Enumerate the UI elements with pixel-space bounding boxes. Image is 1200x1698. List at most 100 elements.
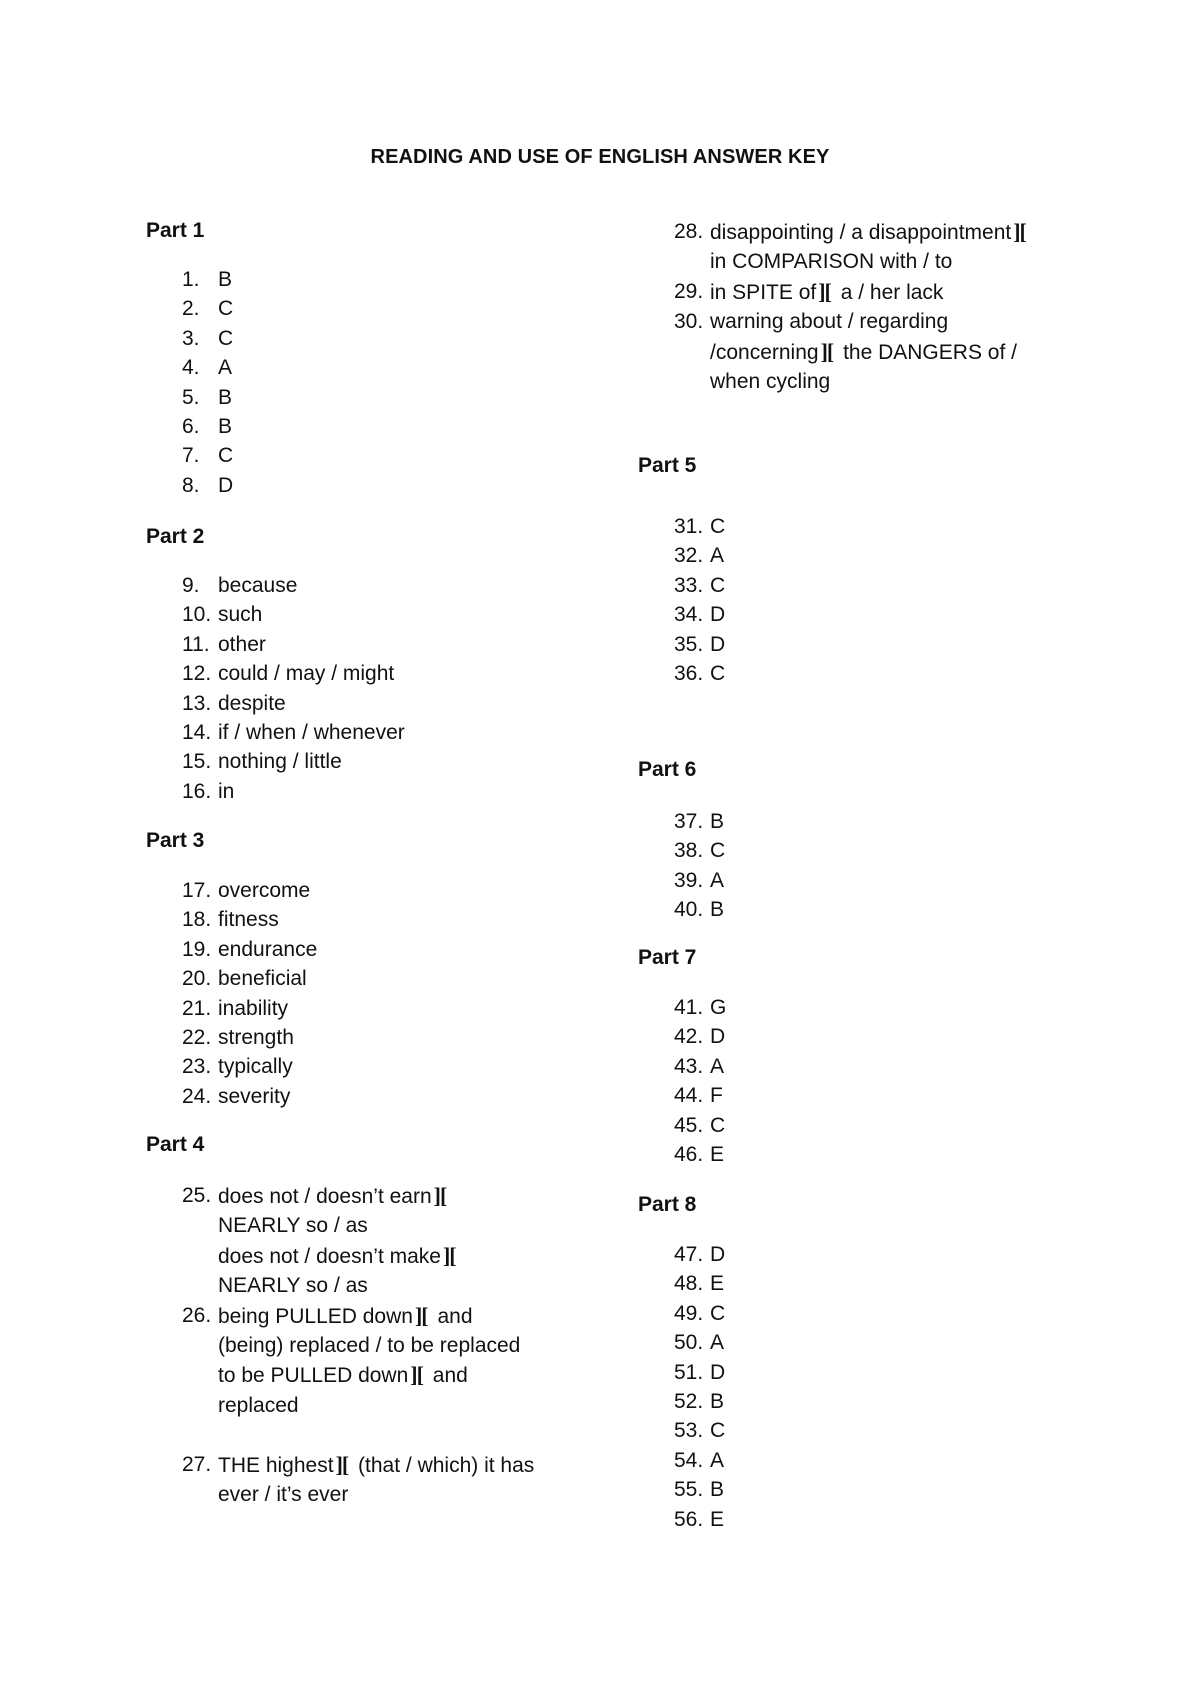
answer-text: D — [710, 600, 725, 629]
answer-line: NEARLY so / as — [218, 1211, 460, 1240]
answer-number: 12. — [182, 662, 212, 686]
answer-text: C — [710, 1111, 725, 1140]
answer-item: 48. E — [674, 1269, 725, 1298]
answer-number: 37. — [674, 810, 704, 833]
answer-number: 34. — [674, 603, 704, 627]
answer-number: 21. — [182, 996, 212, 1020]
answer-segment: endurance — [218, 937, 318, 961]
answer-item: 19. endurance — [182, 935, 317, 964]
answer-line: F — [710, 1081, 723, 1110]
answer-item: 7. C — [182, 441, 233, 470]
answer-segment: B — [218, 268, 233, 291]
answer-item: 47. D — [674, 1240, 725, 1269]
answer-number: 45. — [674, 1113, 704, 1137]
answer-item: 43. A — [674, 1052, 726, 1081]
answer-item: 13. despite — [182, 689, 405, 718]
answer-text: endurance — [218, 935, 317, 964]
answer-line: A — [710, 1328, 724, 1357]
answer-text: E — [710, 1505, 724, 1534]
answer-item: 9. because — [182, 571, 405, 600]
answer-segment: being PULLED down — [218, 1304, 413, 1328]
answer-text: A — [218, 353, 232, 382]
part-8-heading: Part 8 — [638, 1193, 697, 1216]
answer-segment: C — [710, 1301, 726, 1325]
answer-segment: the DANGERS of / — [837, 340, 1017, 364]
answer-number: 15. — [182, 750, 212, 774]
answer-number: 53. — [674, 1419, 704, 1443]
answer-segment: despite — [218, 691, 286, 715]
answer-segment: D — [710, 1360, 726, 1384]
answer-segment: other — [218, 632, 266, 656]
answer-text: C — [710, 571, 725, 600]
answer-line: disappointing / a disappointment][ — [710, 217, 1030, 247]
answer-segment: D — [710, 1025, 726, 1049]
answer-line: C — [218, 441, 233, 470]
answer-item: 27. THE highest][ (that / which) it has ev… — [182, 1450, 534, 1510]
answer-text: C — [218, 324, 233, 353]
answer-line: severity — [218, 1082, 290, 1111]
answer-segment: A — [710, 544, 725, 568]
answer-line: D — [218, 471, 233, 500]
answer-segment: because — [218, 574, 298, 597]
answer-item: 30. warning about / regarding/concerning]… — [674, 307, 1030, 396]
answer-segment: D — [710, 1243, 726, 1266]
answer-item: 16. in — [182, 777, 405, 806]
answer-segment: A — [218, 356, 233, 380]
part-3-answers: 17. overcome 18. fitness 19. endurance 20. bene… — [182, 876, 317, 1111]
answer-item: 18. fitness — [182, 905, 317, 934]
answer-item: 20. beneficial — [182, 964, 317, 993]
answer-text: D — [218, 471, 233, 500]
answer-line: D — [710, 1240, 725, 1269]
answer-segment: severity — [218, 1084, 291, 1108]
answer-number: 4. — [182, 356, 200, 380]
answer-line: NEARLY so / as — [218, 1271, 460, 1300]
answer-line: inability — [218, 994, 288, 1023]
answer-text: C — [218, 441, 233, 470]
answer-text: A — [710, 866, 724, 895]
separator-mark: ][ — [414, 1302, 429, 1328]
answer-number: 19. — [182, 937, 212, 961]
part-3-heading: Part 3 — [146, 829, 205, 852]
answer-number: 52. — [674, 1390, 704, 1414]
separator-mark: ][ — [335, 1451, 350, 1477]
answer-segment: B — [710, 898, 725, 922]
answer-segment: does not / doesn’t earn — [218, 1185, 432, 1208]
answer-segment: C — [710, 662, 726, 686]
answer-item: 33. C — [674, 571, 725, 600]
answer-text: disappointing / a disappointment][in COM… — [710, 217, 1030, 277]
answer-segment: replaced — [218, 1393, 299, 1417]
answer-line: E — [710, 1505, 724, 1534]
answer-item: 35. D — [674, 630, 725, 659]
answer-line: /concerning][ the DANGERS of / — [710, 337, 1017, 367]
answer-item: 6. B — [182, 412, 233, 441]
answer-line: could / may / might — [218, 659, 394, 688]
answer-segment: A — [710, 1054, 725, 1078]
answer-item: 34. D — [674, 600, 725, 629]
answer-segment: B — [218, 385, 233, 409]
answer-number: 25. — [182, 1184, 212, 1207]
answer-line: C — [218, 324, 233, 353]
answer-text: B — [218, 265, 232, 294]
answer-text: because — [218, 571, 297, 600]
answer-line: in COMPARISON with / to — [710, 247, 1030, 276]
answer-item: 28. disappointing / a disappointment][in … — [674, 217, 1030, 277]
answer-segment: F — [710, 1084, 723, 1108]
part-5-heading: Part 5 — [638, 454, 697, 477]
answer-line: C — [710, 1111, 725, 1140]
answer-text: other — [218, 630, 266, 659]
answer-segment: disappointing / a disappointment — [710, 221, 1012, 244]
answer-segment: could / may / might — [218, 662, 395, 686]
answer-segment: in — [218, 779, 235, 803]
part-2-heading: Part 2 — [146, 525, 205, 548]
part-5-answers: 31. C 32. A 33. C 34. D 35. D 36. C — [674, 512, 725, 688]
answer-item: 52. B — [674, 1387, 725, 1416]
answer-number: 20. — [182, 967, 212, 991]
answer-item: 46. E — [674, 1140, 726, 1169]
answer-segment: (that / which) it has — [352, 1453, 535, 1477]
answer-segment: D — [710, 632, 726, 656]
answer-number: 16. — [182, 779, 212, 803]
answer-number: 8. — [182, 473, 200, 497]
answer-segment: A — [710, 868, 725, 892]
part-4-heading: Part 4 — [146, 1133, 205, 1156]
answer-segment: if / when / whenever — [218, 721, 405, 745]
